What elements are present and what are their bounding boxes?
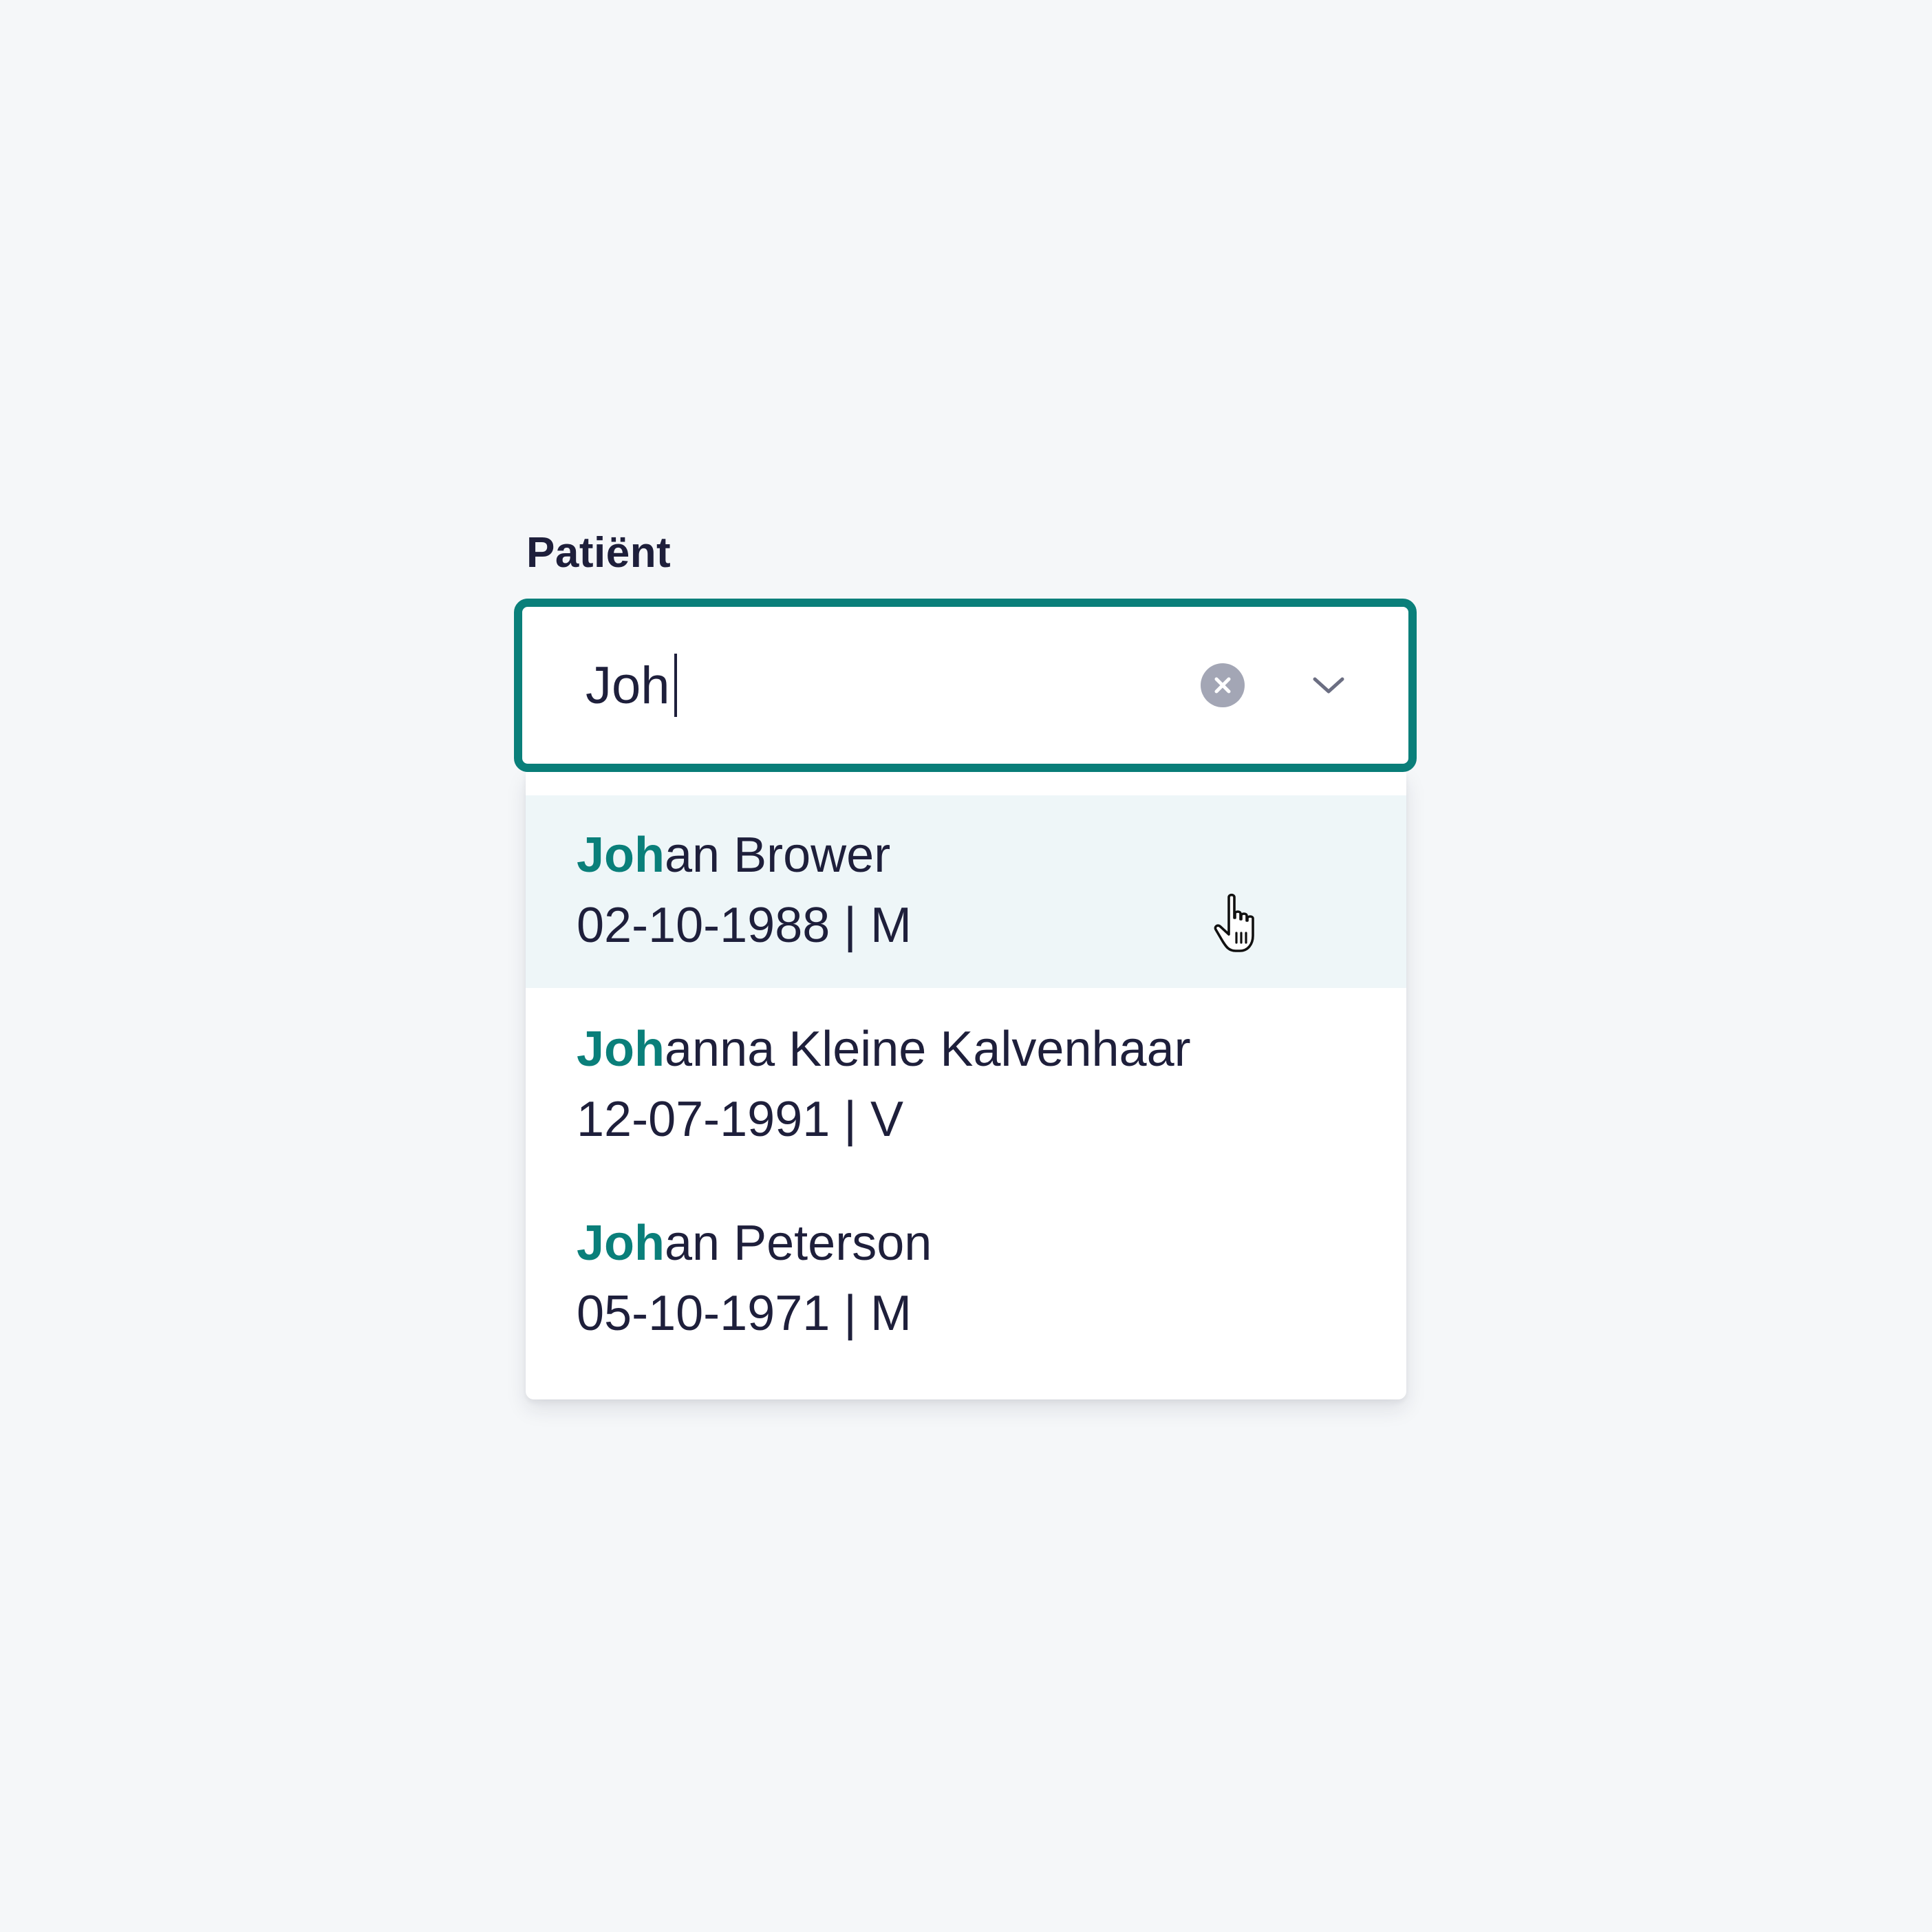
list-item[interactable]: Johan Peterson 05-10-1971 | M <box>526 1183 1406 1376</box>
option-name: Johan Peterson <box>577 1212 932 1274</box>
option-name-rest: an Peterson <box>665 1216 932 1271</box>
options-listbox: Johan Brower 02-10-1988 | M Johanna Klei… <box>526 772 1406 1399</box>
list-item[interactable]: Johan Brower 02-10-1988 | M <box>526 795 1406 988</box>
text-caret <box>674 654 677 717</box>
patient-combobox[interactable]: Joh <box>514 599 1417 772</box>
option-name-rest: an Brower <box>665 828 891 883</box>
option-meta: 02-10-1988 | M <box>577 898 912 953</box>
chevron-down-icon <box>1313 677 1344 694</box>
combobox-input-text: Joh <box>586 656 670 715</box>
combobox-input[interactable]: Joh <box>586 607 677 764</box>
option-name-match: Joh <box>577 1022 665 1077</box>
option-name: Johanna Kleine Kalvenhaar <box>577 1018 1191 1080</box>
option-name-match: Joh <box>577 1216 665 1271</box>
dropdown-toggle-button[interactable] <box>1307 663 1351 707</box>
option-name-match: Joh <box>577 828 665 883</box>
clear-button[interactable] <box>1201 663 1245 707</box>
option-meta: 12-07-1991 | V <box>577 1092 904 1147</box>
clear-circle-icon <box>1214 677 1231 694</box>
option-meta: 05-10-1971 | M <box>577 1286 912 1341</box>
option-name-rest: anna Kleine Kalvenhaar <box>665 1022 1191 1077</box>
option-name: Johan Brower <box>577 824 890 886</box>
field-label: Patiënt <box>526 529 672 577</box>
list-item[interactable]: Johanna Kleine Kalvenhaar 12-07-1991 | V <box>526 989 1406 1182</box>
